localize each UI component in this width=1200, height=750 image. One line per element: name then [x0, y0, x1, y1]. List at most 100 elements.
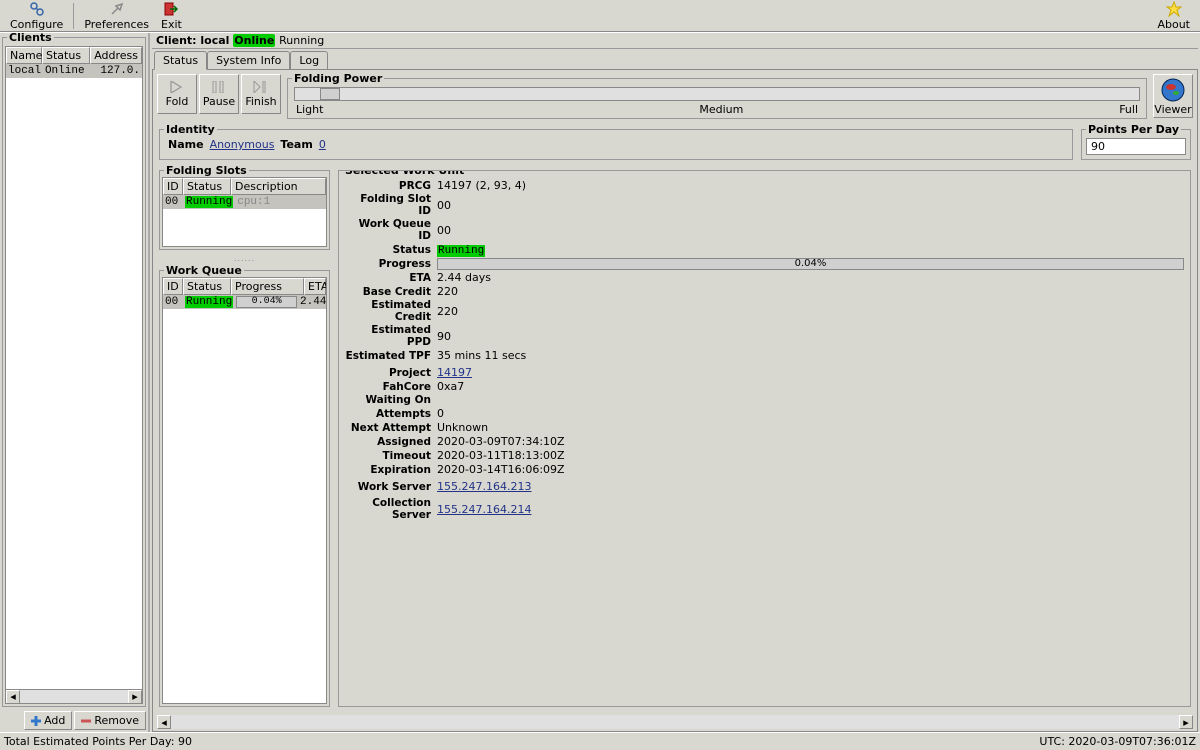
- queue-table[interactable]: ID Status Progress ETA 00 Running: [162, 277, 327, 704]
- about-button[interactable]: About: [1151, 0, 1196, 32]
- client-header-state: Running: [279, 34, 324, 47]
- slider-thumb[interactable]: [320, 88, 340, 100]
- wu-slotid-label: Folding Slot ID: [345, 193, 431, 217]
- bottom-scrollbar-row: ◂ ▸: [153, 713, 1197, 731]
- wu-estppd-label: Estimated PPD: [345, 324, 431, 348]
- wu-estcredit-label: Estimated Credit: [345, 299, 431, 323]
- scroll-right-icon[interactable]: ▸: [1179, 715, 1193, 729]
- content-scrollbar[interactable]: ◂ ▸: [157, 715, 1193, 729]
- clients-group: Clients Name Status Address local Online…: [2, 37, 146, 707]
- wu-esttpf-label: Estimated TPF: [345, 350, 431, 362]
- slots-table[interactable]: ID Status Description 00 Running cpu:1: [162, 177, 327, 247]
- scroll-right-icon[interactable]: ▸: [128, 690, 142, 704]
- queue-col-id[interactable]: ID: [163, 278, 183, 295]
- slots-col-desc[interactable]: Description: [231, 178, 326, 195]
- wu-progress-text: 0.04%: [438, 258, 1183, 269]
- client-name-cell: local: [8, 65, 45, 77]
- control-buttons: Fold Pause Finish: [157, 74, 281, 121]
- top-controls-row: Fold Pause Finish Folding Power: [153, 70, 1197, 125]
- viewer-button[interactable]: Viewer: [1153, 74, 1193, 118]
- tab-status[interactable]: Status: [154, 51, 207, 70]
- exit-button[interactable]: Exit: [155, 0, 188, 32]
- slot-desc: cpu:1: [237, 196, 270, 208]
- identity-name-link[interactable]: Anonymous: [210, 138, 275, 151]
- work-queue-group: Work Queue ID Status Progress ETA 00: [159, 270, 330, 707]
- queue-eta: 2.44: [300, 296, 324, 308]
- slots-col-status[interactable]: Status: [183, 178, 231, 195]
- scroll-left-icon[interactable]: ◂: [6, 690, 20, 704]
- wu-timeout-value: 2020-03-11T18:13:00Z: [437, 449, 1184, 462]
- wu-project-link[interactable]: 14197: [437, 366, 472, 379]
- workunit-details: PRCG14197 (2, 93, 4) Folding Slot ID00 W…: [341, 177, 1188, 523]
- wu-fahcore-value: 0xa7: [437, 380, 1184, 393]
- selected-work-unit-group: Selected Work Unit PRCG14197 (2, 93, 4) …: [338, 170, 1191, 707]
- queue-col-eta[interactable]: ETA: [304, 278, 326, 295]
- add-client-button[interactable]: Add: [24, 711, 72, 730]
- col-name[interactable]: Name: [6, 47, 42, 64]
- clients-table-body: local Online 127.0.: [6, 64, 142, 689]
- wu-eta-value: 2.44 days: [437, 271, 1184, 284]
- client-row[interactable]: local Online 127.0.: [6, 64, 142, 78]
- power-medium-label: Medium: [699, 103, 743, 116]
- ppd-title: Points Per Day: [1086, 123, 1181, 136]
- preferences-label: Preferences: [84, 18, 149, 31]
- scroll-left-icon[interactable]: ◂: [157, 715, 171, 729]
- left-panels: Folding Slots ID Status Description 00 R…: [157, 166, 332, 709]
- client-address-cell: 127.0.: [100, 65, 140, 77]
- preferences-button[interactable]: Preferences: [78, 0, 155, 32]
- scroll-track[interactable]: [20, 690, 128, 704]
- wu-collserver-label: Collection Server: [345, 494, 431, 521]
- wu-nextattempt-value: Unknown: [437, 421, 1184, 434]
- ppd-value: 90: [1086, 138, 1186, 155]
- slot-row[interactable]: 00 Running cpu:1: [163, 195, 326, 209]
- queue-title: Work Queue: [164, 264, 244, 277]
- power-slider[interactable]: [294, 87, 1140, 101]
- tab-log[interactable]: Log: [290, 51, 328, 69]
- ppd-group: Points Per Day 90: [1081, 129, 1191, 160]
- wu-basecredit-value: 220: [437, 285, 1184, 298]
- about-label: About: [1157, 18, 1190, 31]
- power-labels: Light Medium Full: [290, 103, 1144, 116]
- clients-scrollbar[interactable]: ◂ ▸: [6, 689, 142, 703]
- tab-system-info[interactable]: System Info: [207, 51, 290, 69]
- client-header-status: Online: [233, 34, 275, 47]
- queue-col-status[interactable]: Status: [183, 278, 231, 295]
- col-address[interactable]: Address: [90, 47, 142, 64]
- queue-col-progress[interactable]: Progress: [231, 278, 304, 295]
- fold-button[interactable]: Fold: [157, 74, 197, 114]
- plus-icon: [31, 716, 41, 726]
- pause-button[interactable]: Pause: [199, 74, 239, 114]
- folding-power-group: Folding Power Light Medium Full: [287, 78, 1147, 119]
- col-status[interactable]: Status: [42, 47, 90, 64]
- fold-label: Fold: [166, 95, 189, 108]
- tab-content: Fold Pause Finish Folding Power: [152, 69, 1198, 732]
- tabs: Status System Info Log: [152, 49, 1198, 69]
- scroll-track[interactable]: [171, 715, 1179, 729]
- wu-collserver-link[interactable]: 155.247.164.214: [437, 503, 531, 516]
- remove-client-button[interactable]: Remove: [74, 711, 146, 730]
- wu-status-text: Running: [437, 245, 485, 257]
- finish-button[interactable]: Finish: [241, 74, 281, 114]
- queue-id: 00: [165, 296, 185, 308]
- client-header-prefix: Client:: [156, 34, 200, 47]
- wu-prcg-value: 14197 (2, 93, 4): [437, 179, 1184, 192]
- link-icon: [29, 1, 45, 17]
- wu-workserver-value: 155.247.164.213: [437, 477, 1184, 493]
- clients-title: Clients: [7, 32, 54, 44]
- play-icon: [169, 81, 185, 93]
- panel-divider[interactable]: [157, 256, 332, 262]
- slots-col-id[interactable]: ID: [163, 178, 183, 195]
- wu-expiration-label: Expiration: [345, 464, 431, 476]
- clients-table[interactable]: Name Status Address local Online 127.0. …: [5, 46, 143, 704]
- identity-team-link[interactable]: 0: [319, 138, 326, 151]
- queue-row[interactable]: 00 Running 0.04% 2.44: [163, 295, 326, 309]
- exit-label: Exit: [161, 18, 182, 31]
- globe-icon: [1160, 77, 1186, 103]
- main-area: Clients Name Status Address local Online…: [0, 32, 1200, 732]
- wu-workserver-label: Work Server: [345, 478, 431, 493]
- configure-button[interactable]: Configure: [4, 0, 69, 32]
- wu-workserver-link[interactable]: 155.247.164.213: [437, 480, 531, 493]
- wu-progress-label: Progress: [345, 258, 431, 270]
- wu-progress-value: 0.04%: [437, 258, 1184, 270]
- wu-status-label: Status: [345, 244, 431, 256]
